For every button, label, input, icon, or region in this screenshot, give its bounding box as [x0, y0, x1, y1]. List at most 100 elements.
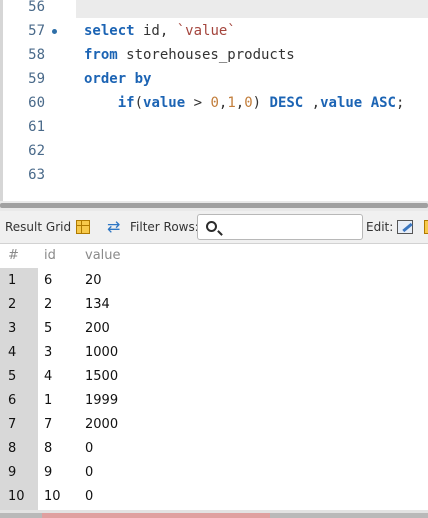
id-cell[interactable]: 4 [44, 365, 52, 389]
code-line[interactable]: 57 select id, `value` [0, 19, 428, 43]
code-token: value [143, 95, 186, 111]
code-token: value [320, 95, 363, 111]
filter-rows-search[interactable] [197, 214, 363, 240]
line-number: 59 [28, 71, 45, 87]
scrollbar-thumb[interactable] [42, 513, 270, 518]
line-number: 63 [28, 167, 45, 183]
id-cell[interactable]: 2 [44, 293, 52, 317]
id-cell[interactable]: 3 [44, 341, 52, 365]
row-number-cell[interactable]: 2 [8, 293, 16, 317]
value-cell[interactable]: 0 [85, 437, 93, 461]
value-cell[interactable]: 0 [85, 485, 93, 509]
table-row[interactable]: 9 9 0 [0, 461, 428, 485]
code-text[interactable]: from storehouses_products [84, 43, 295, 67]
line-number: 58 [28, 47, 45, 63]
column-header-value[interactable]: value [85, 244, 121, 268]
line-number: 57 [28, 23, 45, 39]
result-grid-tab[interactable]: Result Grid [5, 220, 71, 234]
row-number-cell[interactable]: 1 [8, 269, 16, 293]
code-token: select [84, 23, 135, 39]
id-cell[interactable]: 9 [44, 461, 52, 485]
edit-icon[interactable] [397, 220, 413, 234]
table-row[interactable]: 3 5 200 [0, 317, 428, 341]
row-number-cell[interactable]: 8 [8, 437, 16, 461]
code-line[interactable]: 62 [0, 139, 428, 163]
line-number: 62 [28, 143, 45, 159]
code-token: , [303, 95, 321, 111]
table-row[interactable]: 2 2 134 [0, 293, 428, 317]
table-row[interactable]: 8 8 0 [0, 437, 428, 461]
value-cell[interactable]: 20 [85, 269, 102, 293]
code-token: 0 [210, 95, 219, 111]
table-row[interactable]: 7 7 2000 [0, 413, 428, 437]
filter-rows-label: Filter Rows: [130, 220, 199, 234]
code-token: id, [134, 23, 177, 39]
result-grid: # id value 1 6 20 2 2 134 3 5 200 4 3 1000 5 4 1500 6 1 1… [0, 244, 428, 510]
splitter-handle[interactable] [0, 203, 428, 208]
code-token: > [185, 95, 211, 111]
refresh-icon[interactable]: ⇄ [107, 218, 120, 236]
column-header-rownum[interactable]: # [8, 244, 19, 268]
code-token: ) [252, 95, 270, 111]
line-number: 56 [28, 0, 45, 15]
code-line[interactable]: 63 [0, 163, 428, 187]
code-text[interactable]: select id, `value` [84, 19, 236, 43]
code-token: `value` [176, 23, 236, 39]
value-cell[interactable]: 2000 [85, 413, 118, 437]
row-number-cell[interactable]: 6 [8, 389, 16, 413]
id-cell[interactable]: 10 [44, 485, 61, 509]
search-icon [206, 221, 217, 232]
code-text[interactable]: order by [84, 67, 151, 91]
code-token: order by [84, 71, 152, 87]
code-line[interactable]: 56 [0, 0, 428, 19]
value-cell[interactable]: 1999 [85, 389, 118, 413]
code-token: , [235, 95, 245, 111]
code-line[interactable]: 61 [0, 115, 428, 139]
row-number-cell[interactable]: 9 [8, 461, 16, 485]
horizontal-scrollbar[interactable] [0, 510, 428, 518]
pane-splitter[interactable] [0, 201, 428, 211]
code-line[interactable]: 59 order by [0, 67, 428, 91]
code-token: ( [134, 95, 144, 111]
edit-label: Edit: [366, 220, 394, 234]
table-row[interactable]: 10 10 0 [0, 485, 428, 509]
code-token: ; [395, 95, 405, 111]
value-cell[interactable]: 1500 [85, 365, 118, 389]
id-cell[interactable]: 7 [44, 413, 52, 437]
statement-marker-icon[interactable] [52, 29, 57, 34]
sql-editor[interactable]: 56 57 select id, `value` 58 from storehouses… [0, 0, 428, 201]
line-number: 60 [28, 95, 45, 111]
value-cell[interactable]: 1000 [85, 341, 118, 365]
id-cell[interactable]: 1 [44, 389, 52, 413]
code-line[interactable]: 60 if(value > 0,1,0) DESC ,value ASC; [0, 91, 428, 115]
row-number-cell[interactable]: 7 [8, 413, 16, 437]
id-cell[interactable]: 8 [44, 437, 52, 461]
result-grid-icon[interactable] [76, 220, 90, 234]
value-cell[interactable]: 134 [85, 293, 110, 317]
table-row[interactable]: 6 1 1999 [0, 389, 428, 413]
row-number-cell[interactable]: 5 [8, 365, 16, 389]
column-header-id[interactable]: id [44, 244, 56, 268]
table-row[interactable]: 5 4 1500 [0, 365, 428, 389]
table-row[interactable]: 1 6 20 [0, 269, 428, 293]
value-cell[interactable]: 200 [85, 317, 110, 341]
table-row[interactable]: 4 3 1000 [0, 341, 428, 365]
code-token: ASC [370, 95, 396, 111]
export-icon[interactable] [424, 220, 428, 234]
result-toolbar: Result Grid ⇄ Filter Rows: Edit: [0, 211, 428, 244]
value-cell[interactable]: 0 [85, 461, 93, 485]
id-cell[interactable]: 5 [44, 317, 52, 341]
code-text[interactable]: if(value > 0,1,0) DESC ,value ASC; [84, 91, 405, 115]
row-number-cell[interactable]: 4 [8, 341, 16, 365]
id-cell[interactable]: 6 [44, 269, 52, 293]
row-number-cell[interactable]: 10 [8, 485, 25, 509]
code-token: storehouses_products [117, 47, 295, 63]
row-number-cell[interactable]: 3 [8, 317, 16, 341]
code-token: DESC [269, 95, 304, 111]
code-token: from [84, 47, 118, 63]
code-token: 1 [227, 95, 236, 111]
code-line[interactable]: 58 from storehouses_products [0, 43, 428, 67]
filter-rows-input[interactable] [224, 218, 360, 236]
